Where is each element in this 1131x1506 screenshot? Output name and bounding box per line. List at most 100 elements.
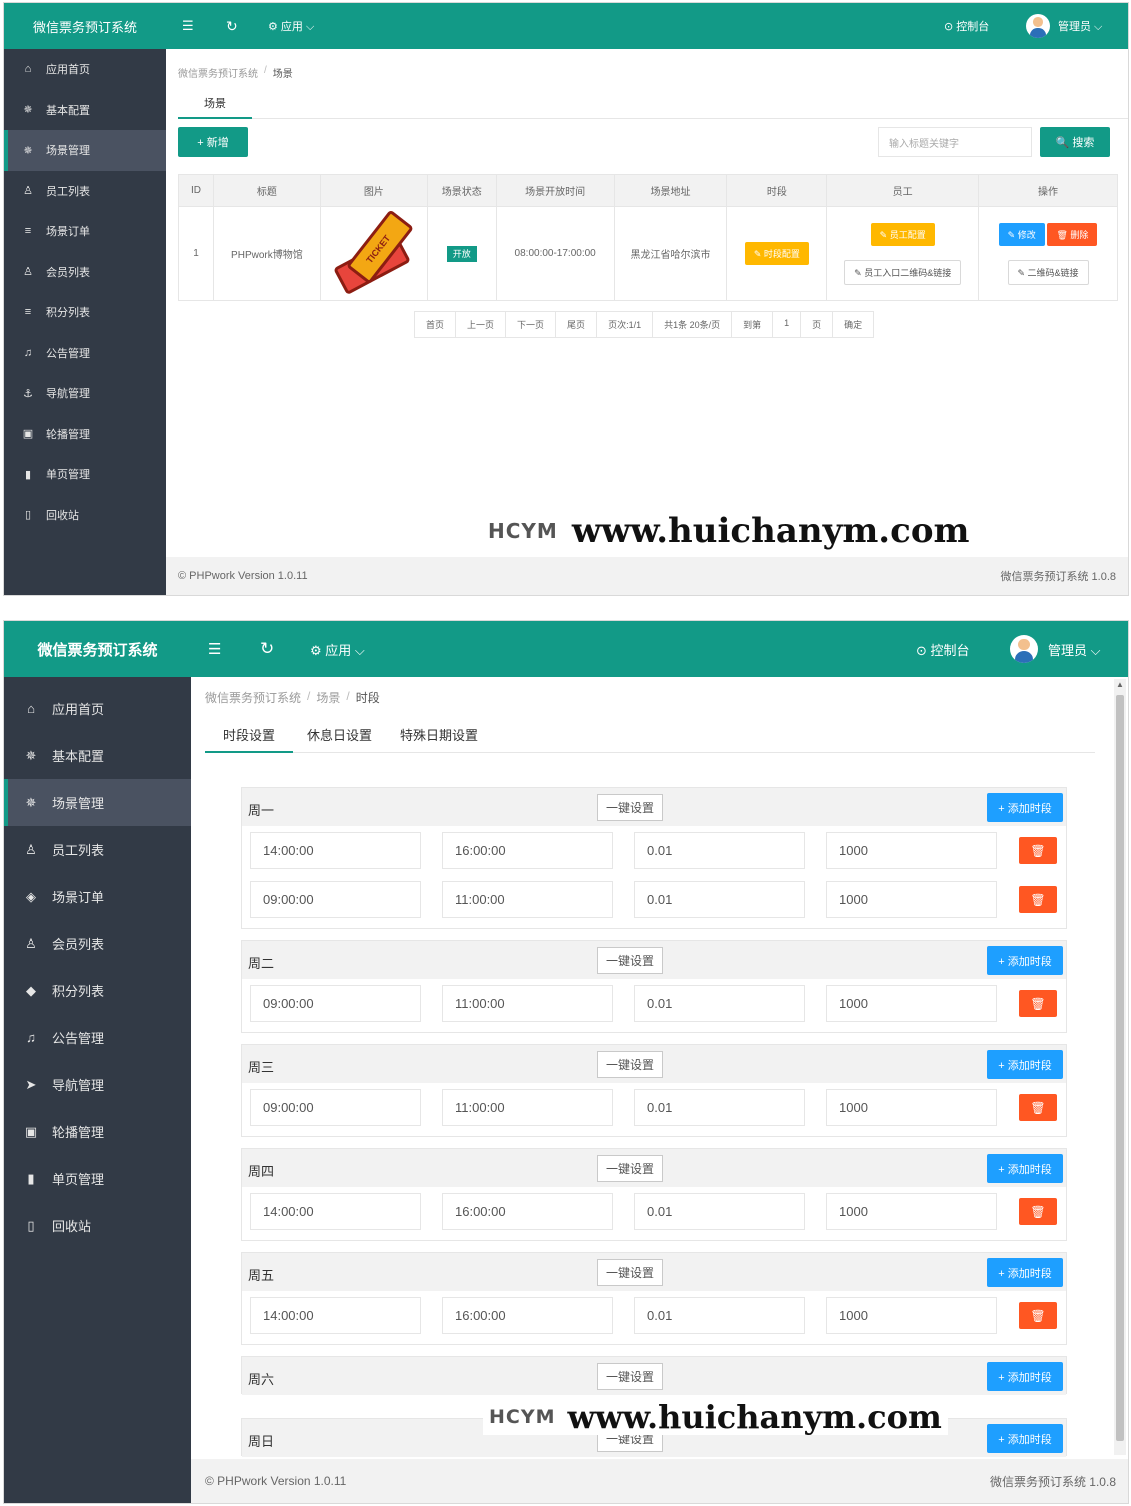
pager-prev[interactable]: 上一页 (456, 312, 507, 337)
search-button[interactable]: 🔍 搜索 (1040, 127, 1110, 157)
start-time-field[interactable]: 09:00:00 (250, 1089, 421, 1126)
sidebar-item-notice[interactable]: ♫ 公告管理 (4, 333, 166, 374)
sidebar-item-recycle[interactable]: ▯ 回收站 (4, 495, 166, 536)
staff-config-button[interactable]: ✎ 员工配置 (870, 222, 935, 246)
sidebar-item-pages[interactable]: ▮ 单页管理 (4, 454, 166, 495)
avatar[interactable] (1010, 635, 1038, 663)
slot-config-button[interactable]: ✎ 时段配置 (744, 242, 809, 265)
tab-time-slot[interactable]: 时段设置 (205, 715, 294, 753)
scrollbar[interactable]: ▲ (1114, 679, 1126, 1455)
end-time-field[interactable]: 11:00:00 (442, 881, 613, 918)
add-slot-button[interactable]: + 添加时段 (987, 793, 1063, 822)
stock-field[interactable]: 1000 (826, 881, 997, 918)
sidebar-item-staff-list[interactable]: ♙ 员工列表 (4, 826, 191, 873)
sidebar-item-member-list[interactable]: ♙ 会员列表 (4, 252, 166, 293)
add-slot-button[interactable]: + 添加时段 (987, 1362, 1063, 1391)
stock-field[interactable]: 1000 (826, 1297, 997, 1334)
apps-dropdown[interactable]: ⚙ 应用 ⌵ (268, 3, 314, 49)
price-field[interactable]: 0.01 (634, 1089, 805, 1126)
sidebar-item-carousel[interactable]: ▣ 轮播管理 (4, 1108, 191, 1155)
end-time-field[interactable]: 11:00:00 (442, 1089, 613, 1126)
add-slot-button[interactable]: + 添加时段 (987, 1258, 1063, 1287)
search-input[interactable]: 输入标题关键字 (878, 127, 1032, 157)
add-slot-button[interactable]: + 添加时段 (987, 1050, 1063, 1079)
sidebar-item-nav[interactable]: ➤ 导航管理 (4, 1061, 191, 1108)
delete-slot-button[interactable]: 🗑 (1019, 1094, 1057, 1121)
price-field[interactable]: 0.01 (634, 832, 805, 869)
stock-field[interactable]: 1000 (826, 985, 997, 1022)
tab-special-date[interactable]: 特殊日期设置 (386, 715, 492, 752)
one-key-set-button[interactable]: 一键设置 (597, 1363, 663, 1390)
sidebar-item-scene-orders[interactable]: ◈ 场景订单 (4, 873, 191, 920)
sidebar-item-points-list[interactable]: ≡ 积分列表 (4, 292, 166, 333)
pager-last[interactable]: 尾页 (556, 312, 598, 337)
breadcrumb-scene[interactable]: 场景 (316, 689, 340, 706)
add-slot-button[interactable]: + 添加时段 (987, 1424, 1063, 1453)
end-time-field[interactable]: 16:00:00 (442, 1297, 613, 1334)
scroll-thumb[interactable] (1116, 695, 1124, 1441)
sidebar-item-home[interactable]: ⌂ 应用首页 (4, 49, 166, 90)
stock-field[interactable]: 1000 (826, 1089, 997, 1126)
one-key-set-button[interactable]: 一键设置 (597, 1259, 663, 1286)
admin-menu[interactable]: 管理员 ⌵ (1010, 621, 1100, 677)
price-field[interactable]: 0.01 (634, 881, 805, 918)
sidebar-item-points-list[interactable]: ◆ 积分列表 (4, 967, 191, 1014)
delete-slot-button[interactable]: 🗑 (1019, 886, 1057, 913)
end-time-field[interactable]: 16:00:00 (442, 832, 613, 869)
price-field[interactable]: 0.01 (634, 1193, 805, 1230)
menu-toggle-icon[interactable]: ☰ (208, 621, 221, 677)
start-time-field[interactable]: 14:00:00 (250, 1297, 421, 1334)
tab-rest-day[interactable]: 休息日设置 (293, 715, 386, 752)
console-link[interactable]: ⊙ 控制台 (944, 3, 989, 49)
pager-page-input[interactable]: 1 (773, 312, 802, 337)
menu-toggle-icon[interactable]: ☰ (182, 3, 194, 49)
sidebar-item-basic-config[interactable]: ✵ 基本配置 (4, 732, 191, 779)
start-time-field[interactable]: 14:00:00 (250, 832, 421, 869)
one-key-set-button[interactable]: 一键设置 (597, 1155, 663, 1182)
staff-qr-button[interactable]: ✎ 员工入口二维码&链接 (844, 259, 962, 285)
console-link[interactable]: ⊙ 控制台 (916, 621, 970, 677)
refresh-icon[interactable]: ↻ (260, 621, 274, 677)
sidebar-item-staff-list[interactable]: ♙ 员工列表 (4, 171, 166, 212)
one-key-set-button[interactable]: 一键设置 (597, 794, 663, 821)
sidebar-item-notice[interactable]: ♫ 公告管理 (4, 1014, 191, 1061)
pager-next[interactable]: 下一页 (506, 312, 557, 337)
start-time-field[interactable]: 09:00:00 (250, 985, 421, 1022)
edit-button[interactable]: ✎ 修改 (998, 222, 1045, 246)
sidebar-item-member-list[interactable]: ♙ 会员列表 (4, 920, 191, 967)
end-time-field[interactable]: 16:00:00 (442, 1193, 613, 1230)
stock-field[interactable]: 1000 (826, 1193, 997, 1230)
sidebar-item-scene-manage[interactable]: ✵ 场景管理 (4, 130, 166, 171)
breadcrumb-root[interactable]: 微信票务预订系统 (178, 65, 258, 80)
one-key-set-button[interactable]: 一键设置 (597, 947, 663, 974)
sidebar-item-recycle[interactable]: ▯ 回收站 (4, 1202, 191, 1249)
sidebar-item-scene-manage[interactable]: ✵ 场景管理 (4, 779, 191, 826)
delete-button[interactable]: 🗑 删除 (1047, 222, 1098, 246)
tab-scene[interactable]: 场景 (178, 89, 252, 119)
avatar[interactable] (1026, 14, 1050, 38)
end-time-field[interactable]: 11:00:00 (442, 985, 613, 1022)
start-time-field[interactable]: 14:00:00 (250, 1193, 421, 1230)
stock-field[interactable]: 1000 (826, 832, 997, 869)
pager-confirm[interactable]: 确定 (833, 312, 873, 337)
delete-slot-button[interactable]: 🗑 (1019, 1302, 1057, 1329)
scroll-up-icon[interactable]: ▲ (1114, 679, 1126, 691)
qr-link-button[interactable]: ✎ 二维码&链接 (1007, 259, 1089, 285)
delete-slot-button[interactable]: 🗑 (1019, 990, 1057, 1017)
one-key-set-button[interactable]: 一键设置 (597, 1051, 663, 1078)
admin-menu[interactable]: 管理员 ⌵ (1026, 3, 1102, 49)
refresh-icon[interactable]: ↻ (226, 3, 238, 49)
price-field[interactable]: 0.01 (634, 1297, 805, 1334)
add-slot-button[interactable]: + 添加时段 (987, 946, 1063, 975)
delete-slot-button[interactable]: 🗑 (1019, 1198, 1057, 1225)
sidebar-item-home[interactable]: ⌂ 应用首页 (4, 685, 191, 732)
breadcrumb-root[interactable]: 微信票务预订系统 (205, 689, 301, 706)
sidebar-item-basic-config[interactable]: ✵ 基本配置 (4, 90, 166, 131)
delete-slot-button[interactable]: 🗑 (1019, 837, 1057, 864)
price-field[interactable]: 0.01 (634, 985, 805, 1022)
sidebar-item-pages[interactable]: ▮ 单页管理 (4, 1155, 191, 1202)
pager-first[interactable]: 首页 (415, 312, 457, 337)
sidebar-item-scene-orders[interactable]: ≡ 场景订单 (4, 211, 166, 252)
add-slot-button[interactable]: + 添加时段 (987, 1154, 1063, 1183)
sidebar-item-nav[interactable]: ⚓ 导航管理 (4, 373, 166, 414)
